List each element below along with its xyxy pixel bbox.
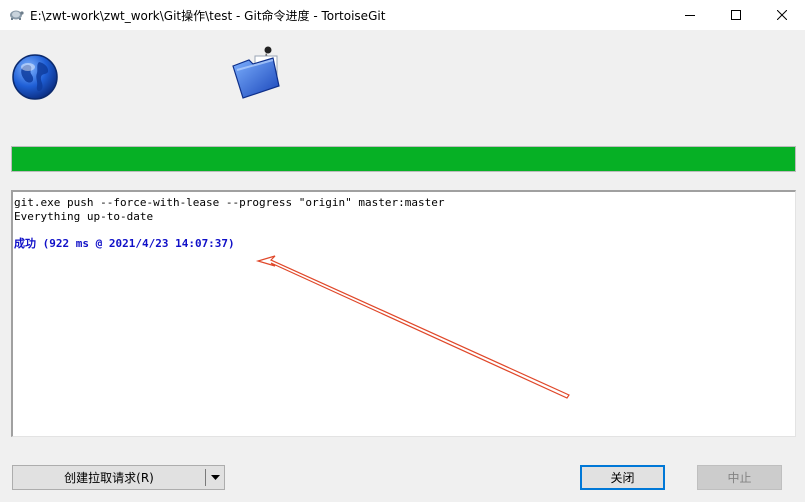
- tortoisegit-app-icon: [10, 10, 24, 20]
- log-success-line: 成功 (922 ms @ 2021/4/23 14:07:37): [14, 236, 235, 250]
- maximize-button[interactable]: [713, 0, 759, 30]
- log-output[interactable]: git.exe push --force-with-lease --progre…: [11, 190, 796, 437]
- dropdown-arrow-button[interactable]: [206, 466, 224, 489]
- create-pull-request-button[interactable]: 创建拉取请求(R): [13, 466, 205, 489]
- minimize-icon: [685, 15, 695, 16]
- local-folder-icon: [232, 46, 280, 99]
- title-bar: E:\zwt-work\zwt_work\Git操作\test - Git命令进…: [0, 0, 805, 30]
- minimize-button[interactable]: [667, 0, 713, 30]
- progress-bar: [11, 146, 796, 172]
- progress-bar-fill: [12, 147, 795, 171]
- log-lines: git.exe push --force-with-lease --progre…: [14, 196, 444, 250]
- remote-globe-icon: [12, 54, 58, 100]
- close-window-button[interactable]: [759, 0, 805, 30]
- dropdown-arrow-icon: [210, 475, 220, 480]
- close-button[interactable]: 关闭: [580, 465, 665, 490]
- log-line: git.exe push --force-with-lease --progre…: [14, 196, 445, 209]
- log-line: Everything up-to-date: [14, 209, 154, 223]
- maximize-icon: [731, 10, 741, 20]
- create-pull-request-split-button[interactable]: 创建拉取请求(R): [12, 465, 225, 490]
- window-title: E:\zwt-work\zwt_work\Git操作\test - Git命令进…: [30, 9, 386, 23]
- close-icon: [777, 10, 787, 20]
- abort-button[interactable]: 中止: [697, 465, 782, 490]
